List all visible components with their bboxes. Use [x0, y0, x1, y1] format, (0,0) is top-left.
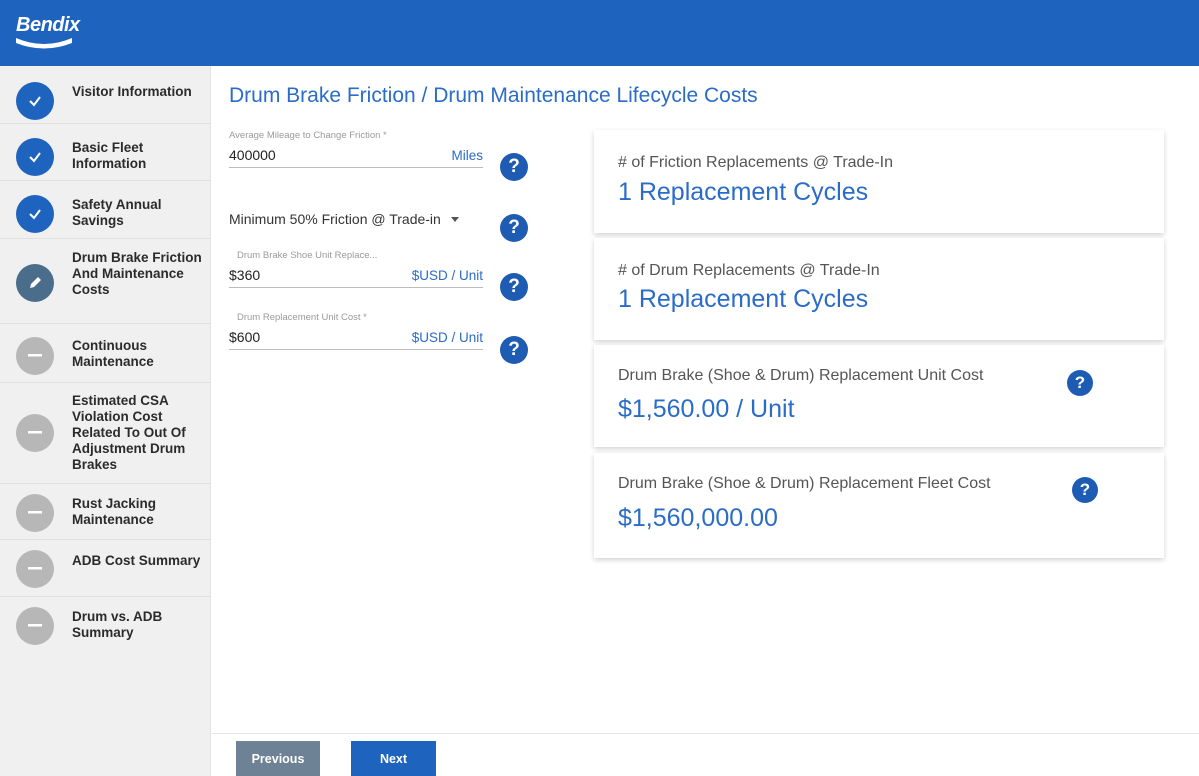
shoe-cost-help-icon[interactable]: ?	[500, 273, 528, 301]
check-icon	[16, 195, 54, 233]
minus-icon	[16, 337, 54, 375]
next-button[interactable]: Next	[351, 741, 436, 776]
mileage-unit: Miles	[451, 148, 483, 163]
replacement-fleet-cost-card: Drum Brake (Shoe & Drum) Replacement Fle…	[594, 453, 1164, 558]
drum-replacements-card: # of Drum Replacements @ Trade-In 1 Repl…	[594, 238, 1164, 340]
shoe-cost-input[interactable]	[229, 267, 379, 283]
mileage-label: Average Mileage to Change Friction *	[229, 130, 387, 141]
brand-name: Bendix	[16, 14, 80, 36]
step-navigation-sidebar: Visitor Information Basic Fleet Informat…	[0, 66, 211, 776]
check-icon	[16, 82, 54, 120]
shoe-cost-unit: $USD / Unit	[411, 268, 483, 283]
drum-cost-field: Drum Replacement Unit Cost * $USD / Unit	[229, 312, 483, 350]
shoe-cost-label: Drum Brake Shoe Unit Replace...	[237, 250, 378, 261]
logo-swoosh-icon	[16, 38, 72, 49]
drum-cost-label: Drum Replacement Unit Cost *	[237, 312, 367, 323]
mileage-help-icon[interactable]: ?	[500, 153, 528, 181]
check-icon	[16, 138, 54, 176]
card-title: Drum Brake (Shoe & Drum) Replacement Uni…	[618, 367, 984, 384]
card-title: # of Friction Replacements @ Trade-In	[618, 154, 894, 171]
mileage-field: Average Mileage to Change Friction * Mil…	[229, 130, 483, 168]
card-value: $1,560,000.00	[618, 504, 778, 532]
minus-icon	[16, 494, 54, 532]
bendix-logo[interactable]: Bendix	[14, 10, 86, 56]
step-label: Estimated CSA Violation Cost Related To …	[72, 393, 186, 472]
fleet-cost-help-icon[interactable]: ?	[1072, 477, 1098, 503]
drum-cost-unit: $USD / Unit	[411, 330, 483, 345]
replacement-unit-cost-card: Drum Brake (Shoe & Drum) Replacement Uni…	[594, 345, 1164, 447]
step-label: ADB Cost Summary	[72, 553, 201, 568]
step-label: Basic Fleet Information	[72, 140, 147, 171]
friction-replacements-card: # of Friction Replacements @ Trade-In 1 …	[594, 130, 1164, 233]
mileage-input[interactable]	[229, 147, 379, 163]
step-label: Safety Annual Savings	[72, 197, 162, 228]
top-header-bar: Bendix	[0, 0, 1199, 66]
step-label: Drum Brake Friction And Maintenance Cost…	[72, 250, 202, 297]
card-title: Drum Brake (Shoe & Drum) Replacement Fle…	[618, 475, 991, 492]
drum-cost-help-icon[interactable]: ?	[500, 336, 528, 364]
step-label: Drum vs. ADB Summary	[72, 609, 163, 640]
minus-icon	[16, 414, 54, 452]
pencil-icon	[16, 264, 54, 302]
drum-cost-input[interactable]	[229, 329, 379, 345]
shoe-cost-field: Drum Brake Shoe Unit Replace... $USD / U…	[229, 250, 483, 288]
trade-in-dropdown[interactable]: Minimum 50% Friction @ Trade-in	[229, 211, 483, 227]
step-label: Continuous Maintenance	[72, 338, 154, 369]
unit-cost-help-icon[interactable]: ?	[1067, 370, 1093, 396]
card-value: 1 Replacement Cycles	[618, 178, 869, 206]
card-title: # of Drum Replacements @ Trade-In	[618, 262, 880, 279]
previous-button[interactable]: Previous	[236, 741, 320, 776]
page-title: Drum Brake Friction / Drum Maintenance L…	[229, 84, 758, 107]
trade-in-help-icon[interactable]: ?	[500, 214, 528, 242]
chevron-down-icon	[450, 216, 459, 222]
minus-icon	[16, 550, 54, 588]
step-label: Rust Jacking Maintenance	[72, 496, 157, 527]
card-value: $1,560.00 / Unit	[618, 395, 795, 423]
minus-icon	[16, 607, 54, 645]
footer-divider	[212, 733, 1199, 734]
trade-in-selected-value: Minimum 50% Friction @ Trade-in	[229, 211, 441, 227]
step-label: Visitor Information	[72, 84, 192, 99]
card-value: 1 Replacement Cycles	[618, 285, 869, 313]
